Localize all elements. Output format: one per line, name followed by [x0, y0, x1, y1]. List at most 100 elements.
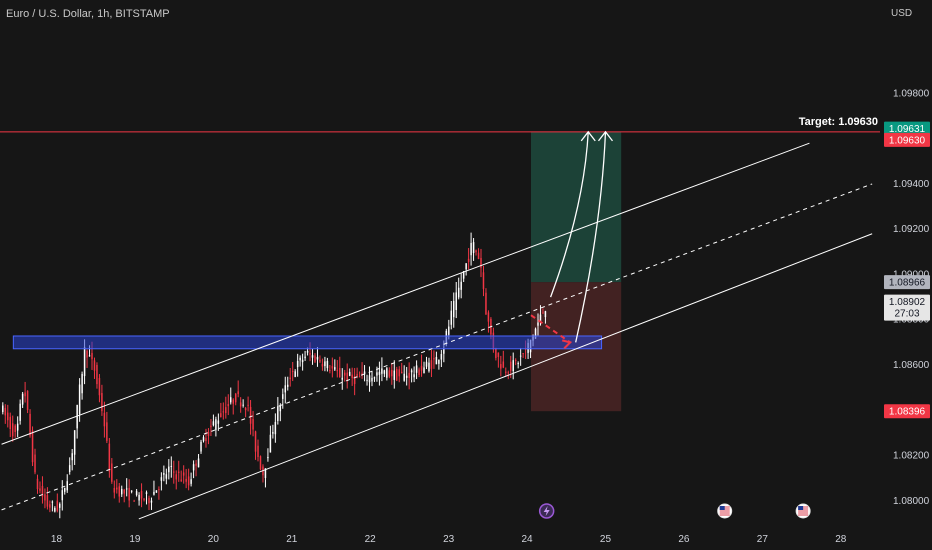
- candle-body: [207, 431, 210, 437]
- us-flag-canton: [719, 506, 725, 510]
- candle-body: [487, 312, 490, 322]
- candle-body: [343, 372, 346, 376]
- candle-body: [180, 479, 182, 481]
- candle-body: [168, 466, 170, 473]
- candle-body: [120, 488, 123, 495]
- candle-body: [410, 370, 413, 373]
- candle-body: [182, 472, 185, 476]
- candle-body: [138, 494, 140, 501]
- candle-body: [477, 252, 480, 260]
- candle-body: [160, 477, 163, 481]
- candle-body: [381, 368, 383, 374]
- candle-body: [311, 355, 314, 358]
- candle-body: [331, 366, 334, 369]
- candle-body: [505, 371, 507, 373]
- candle-body: [113, 487, 116, 493]
- candle-body: [507, 372, 510, 374]
- candle-body: [282, 394, 284, 399]
- candle-body: [232, 399, 234, 404]
- price-chart[interactable]: Target: 1.09630 1.080001.082001.084001.0…: [0, 0, 932, 550]
- candle-body: [24, 392, 26, 397]
- candle-body: [502, 361, 505, 368]
- candle-body: [34, 454, 36, 473]
- candle-body: [485, 292, 487, 315]
- candle-body: [319, 359, 321, 362]
- candle-body: [244, 408, 247, 411]
- candle-body: [140, 490, 143, 499]
- x-tick-label: 26: [678, 534, 690, 545]
- candle-body: [418, 369, 420, 376]
- candle-body: [351, 374, 353, 379]
- candle-body: [309, 352, 311, 355]
- candle-body: [2, 405, 4, 412]
- channel-lower-line: [138, 233, 873, 520]
- candle-body: [373, 377, 376, 379]
- candle-body: [425, 361, 428, 367]
- candle-body: [133, 500, 135, 502]
- zones-layer: [530, 131, 622, 412]
- candle-body: [175, 474, 177, 480]
- candle-body: [237, 391, 239, 395]
- candle-body: [86, 350, 88, 358]
- event-markers: [538, 503, 811, 519]
- candle-body: [46, 495, 49, 507]
- x-axis[interactable]: 18 19 20 21 22 23 24 25 26 27 28: [51, 534, 847, 545]
- candle-body: [428, 362, 430, 372]
- candle-body: [544, 311, 547, 318]
- candle-body: [450, 310, 453, 325]
- candle-body: [128, 487, 130, 501]
- candle-body: [173, 471, 175, 473]
- us-flag-canton: [798, 506, 804, 510]
- candle-body: [197, 458, 200, 468]
- candle-body: [143, 498, 145, 500]
- candle-body: [415, 365, 418, 373]
- candle-body: [284, 385, 287, 393]
- candle-body: [252, 418, 254, 430]
- candle-body: [376, 372, 378, 376]
- candle-body: [267, 456, 269, 459]
- candle-body: [81, 373, 83, 394]
- candle-body: [16, 423, 19, 431]
- candle-body: [210, 425, 212, 428]
- candle-body: [388, 370, 391, 377]
- candle-body: [405, 375, 408, 378]
- candle-body: [254, 431, 257, 452]
- candle-body: [272, 432, 274, 434]
- candle-body: [83, 347, 86, 377]
- candle-body: [14, 425, 16, 432]
- candle-body: [242, 404, 244, 406]
- candle-body: [470, 242, 472, 256]
- candle-body: [116, 487, 118, 490]
- candle-body: [96, 364, 98, 385]
- candle-body: [135, 491, 138, 496]
- candle-body: [475, 250, 477, 253]
- candle-body: [49, 504, 51, 508]
- x-tick-label: 25: [600, 534, 612, 545]
- candle-body: [289, 377, 291, 380]
- support-zone: [12, 335, 603, 350]
- x-tick-label: 21: [286, 534, 298, 545]
- candle-body: [413, 374, 415, 378]
- candle-body: [257, 445, 259, 457]
- candle-body: [519, 355, 522, 357]
- candle-body: [348, 371, 351, 376]
- candle-body: [212, 421, 215, 426]
- candle-body: [225, 407, 227, 413]
- candle-body: [396, 368, 398, 381]
- channel-upper-line: [1, 142, 810, 445]
- candle-body: [234, 393, 237, 403]
- candle-body: [339, 368, 341, 378]
- candle-body: [299, 357, 301, 361]
- candle-body: [44, 494, 46, 501]
- candle-body: [358, 376, 361, 378]
- candle-body: [334, 367, 336, 370]
- candle-body: [155, 490, 158, 493]
- candle-body: [98, 378, 101, 396]
- candle-body: [215, 419, 217, 430]
- price-tag-value: 1.09630: [889, 135, 926, 146]
- y-tick-label: 1.09400: [893, 179, 930, 190]
- candle-body: [249, 406, 252, 424]
- candle-body: [472, 242, 475, 253]
- candle-body: [423, 367, 425, 374]
- candle-body: [420, 365, 423, 371]
